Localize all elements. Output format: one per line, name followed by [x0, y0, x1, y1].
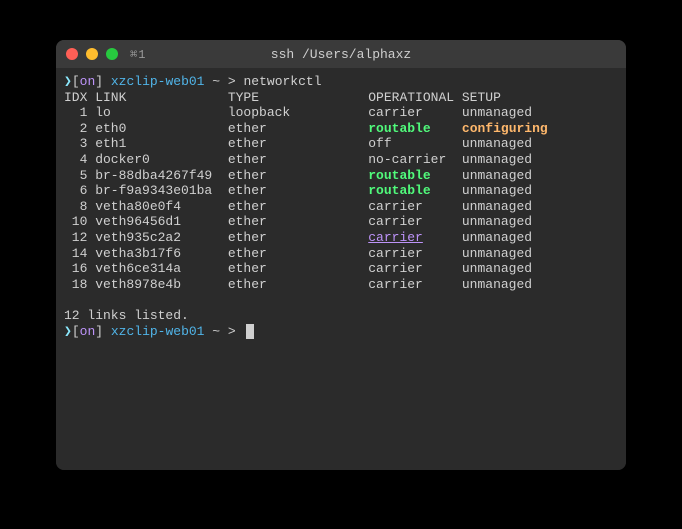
prompt-line[interactable]: ❯[on] xzclip-web01 ~ > [64, 324, 618, 340]
setup-value: unmanaged [462, 261, 532, 276]
table-row: 10 veth96456d1 ether carrier unmanaged [64, 214, 618, 230]
setup-value: unmanaged [462, 277, 532, 292]
table-row: 12 veth935c2a2 ether carrier unmanaged [64, 230, 618, 246]
table-row: 5 br-88dba4267f49 ether routable unmanag… [64, 168, 618, 184]
operational-value: carrier [368, 261, 423, 276]
setup-value: unmanaged [462, 136, 532, 151]
minimize-icon[interactable] [86, 48, 98, 60]
blank-line [64, 292, 618, 308]
prompt-host: xzclip-web01 [111, 74, 205, 89]
operational-value: carrier [368, 214, 423, 229]
summary-line: 12 links listed. [64, 308, 618, 324]
table-row: 3 eth1 ether off unmanaged [64, 136, 618, 152]
table-row: 4 docker0 ether no-carrier unmanaged [64, 152, 618, 168]
operational-value: carrier [368, 199, 423, 214]
setup-value: unmanaged [462, 199, 532, 214]
traffic-lights [66, 48, 118, 60]
titlebar-shortcut: ⌘1 [130, 47, 146, 62]
operational-value: carrier [368, 230, 423, 245]
setup-value: unmanaged [462, 168, 532, 183]
operational-value: carrier [368, 277, 423, 292]
operational-value: routable [368, 121, 430, 136]
terminal-window: ⌘1 ssh /Users/alphaxz ❯[on] xzclip-web01… [56, 40, 626, 470]
command-text: networkctl [244, 74, 322, 89]
prompt-line: ❯[on] xzclip-web01 ~ > networkctl [64, 74, 618, 90]
table-row: 8 vetha80e0f4 ether carrier unmanaged [64, 199, 618, 215]
table-row: 14 vetha3b17f6 ether carrier unmanaged [64, 246, 618, 262]
operational-value: carrier [368, 105, 423, 120]
operational-value: off [368, 136, 391, 151]
setup-value: unmanaged [462, 230, 532, 245]
terminal-output[interactable]: ❯[on] xzclip-web01 ~ > networkctlIDX LIN… [56, 68, 626, 470]
close-icon[interactable] [66, 48, 78, 60]
setup-value: unmanaged [462, 214, 532, 229]
maximize-icon[interactable] [106, 48, 118, 60]
table-row: 1 lo loopback carrier unmanaged [64, 105, 618, 121]
cursor-icon [246, 324, 254, 339]
table-row: 6 br-f9a9343e01ba ether routable unmanag… [64, 183, 618, 199]
operational-value: routable [368, 168, 430, 183]
operational-value: routable [368, 183, 430, 198]
table-row: 2 eth0 ether routable configuring [64, 121, 618, 137]
titlebar[interactable]: ⌘1 ssh /Users/alphaxz [56, 40, 626, 68]
prompt-host: xzclip-web01 [111, 324, 205, 339]
prompt-arrow-icon: ❯ [64, 324, 72, 339]
setup-value: unmanaged [462, 152, 532, 167]
setup-value: unmanaged [462, 105, 532, 120]
prompt-on: on [80, 74, 96, 89]
table-header: IDX LINK TYPE OPERATIONAL SETUP [64, 90, 618, 106]
setup-value: configuring [462, 121, 548, 136]
table-row: 16 veth6ce314a ether carrier unmanaged [64, 261, 618, 277]
setup-value: unmanaged [462, 246, 532, 261]
prompt-on: on [80, 324, 96, 339]
table-row: 18 veth8978e4b ether carrier unmanaged [64, 277, 618, 293]
setup-value: unmanaged [462, 183, 532, 198]
prompt-arrow-icon: ❯ [64, 74, 72, 89]
operational-value: no-carrier [368, 152, 446, 167]
operational-value: carrier [368, 246, 423, 261]
